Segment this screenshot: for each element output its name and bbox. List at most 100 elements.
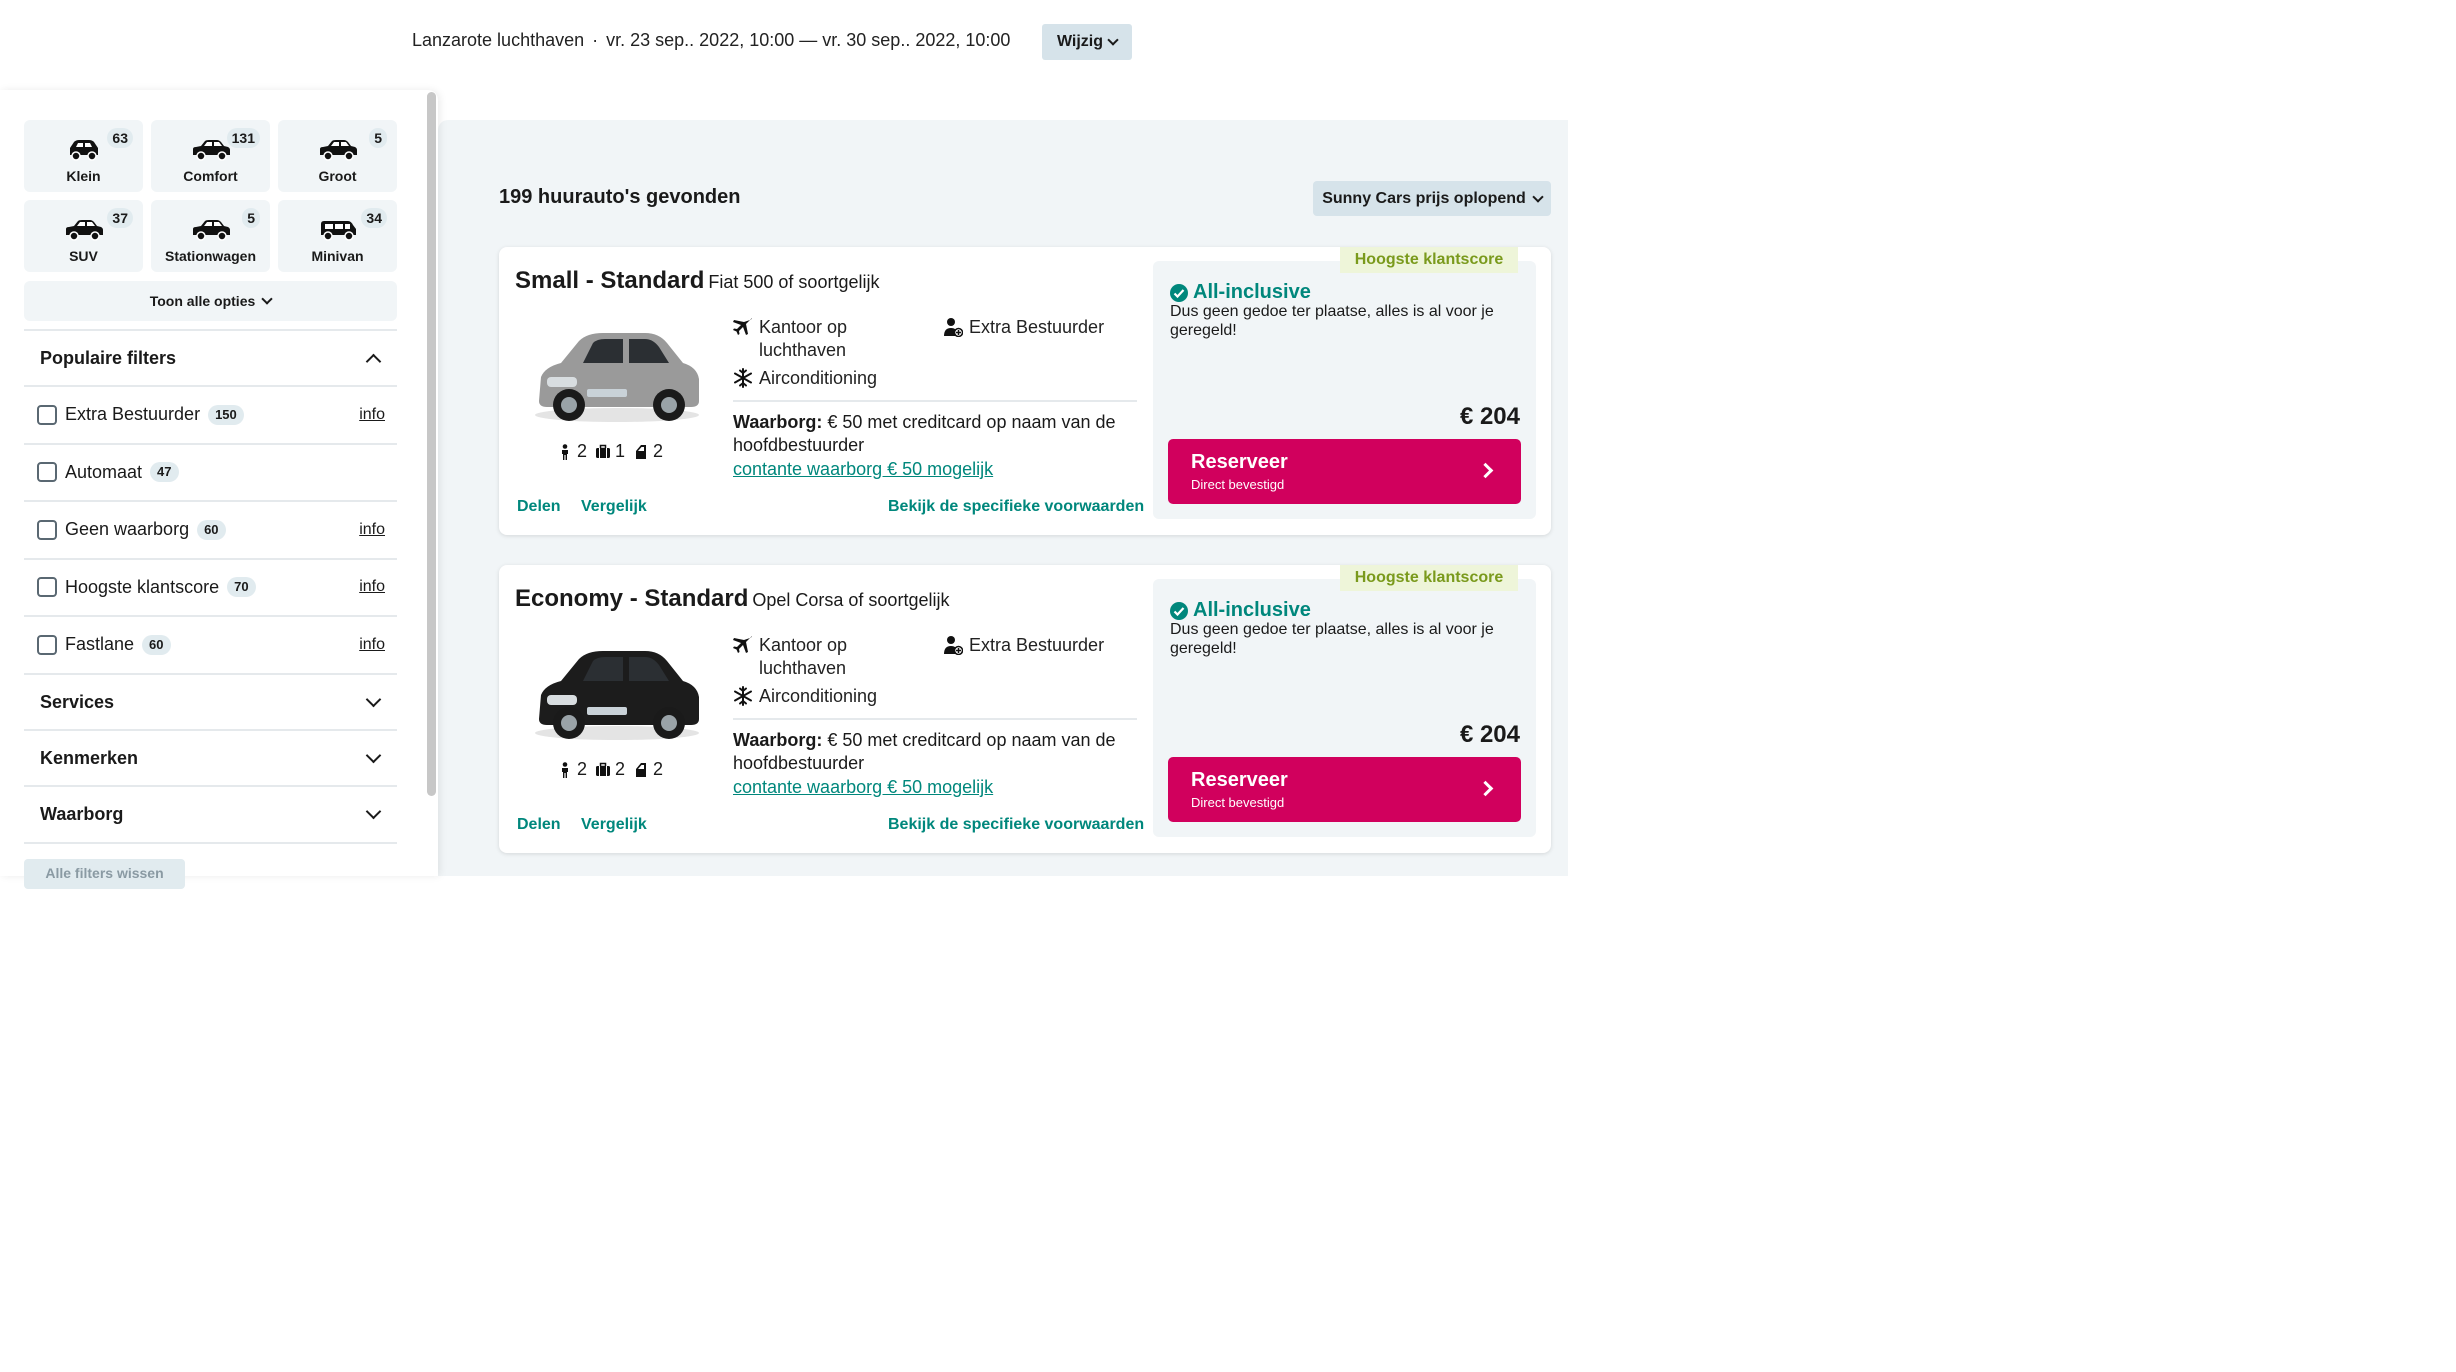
feature-ac: Airconditioning <box>733 685 877 708</box>
minivan-icon <box>320 221 356 241</box>
chevron-down-icon <box>365 747 382 764</box>
cash-deposit-link[interactable]: contante waarborg € 50 mogelijk <box>733 777 993 798</box>
filter-count: 47 <box>150 462 179 482</box>
change-search-button[interactable]: Wijzig <box>1042 24 1132 60</box>
filter-label: Hoogste klantscore <box>65 576 220 597</box>
filter-row[interactable]: Geen waarborg 60 info <box>24 500 397 557</box>
car-category: Economy - Standard <box>515 585 749 612</box>
category-tile-comfort[interactable]: Comfort 131 <box>151 120 270 192</box>
category-tile-stationwagen[interactable]: Stationwagen 5 <box>151 200 270 272</box>
all-inclusive-title: All-inclusive <box>1170 281 1311 304</box>
suitcase-icon <box>596 762 611 776</box>
feature-office-label: Kantoor op luchthaven <box>759 317 848 360</box>
filter-info-link[interactable]: info <box>359 578 385 596</box>
search-summary: Lanzarote luchthaven · vr. 23 sep.. 2022, … <box>412 30 1010 51</box>
passenger-count: 2 <box>577 759 588 779</box>
waarborg-section[interactable]: Waarborg <box>24 785 397 844</box>
category-tile-klein[interactable]: Klein 63 <box>24 120 143 192</box>
filter-info-link[interactable]: info <box>359 636 385 654</box>
sort-dropdown[interactable]: Sunny Cars prijs oplopend <box>1313 181 1551 216</box>
filter-checkbox[interactable] <box>37 462 57 482</box>
reserve-button[interactable]: Reserveer Direct bevestigd <box>1168 439 1521 504</box>
chevron-right-icon <box>1477 780 1494 797</box>
reserve-button[interactable]: Reserveer Direct bevestigd <box>1168 757 1521 822</box>
filter-checkbox[interactable] <box>37 404 57 425</box>
person-icon <box>562 443 568 460</box>
car-image <box>535 333 699 422</box>
filter-row[interactable]: Automaat 47 <box>24 442 397 500</box>
category-label: Groot <box>318 168 357 184</box>
filter-checkbox[interactable] <box>37 519 57 540</box>
suitcase-count: 1 <box>615 441 626 461</box>
category-tile-groot[interactable]: Groot 5 <box>278 120 397 192</box>
services-section[interactable]: Services <box>24 673 397 730</box>
chevron-right-icon <box>1477 462 1494 479</box>
extra-driver-icon <box>944 636 963 655</box>
category-count: 131 <box>226 128 260 148</box>
category-tile-suv[interactable]: SUV 37 <box>24 200 143 272</box>
car-title: Small - Standard Fiat 500 of soortgelijk <box>515 267 879 295</box>
car-result-card: Small - Standard Fiat 500 of soortgelijk 2… <box>499 247 1551 535</box>
compare-link[interactable]: Vergelijk <box>581 498 647 516</box>
filter-info-link[interactable]: info <box>359 406 385 424</box>
category-label: Comfort <box>183 168 238 184</box>
popular-filters-header[interactable]: Populaire filters <box>24 331 397 386</box>
car-large-icon <box>319 140 357 161</box>
car-category: Small - Standard <box>515 267 705 294</box>
all-inclusive-description: Dus geen gedoe ter plaatse, alles is al … <box>1170 303 1494 339</box>
all-inclusive-title: All-inclusive <box>1170 599 1311 622</box>
sidebar-scrollbar[interactable] <box>427 92 436 796</box>
results-count: 199 huurauto's gevonden <box>499 186 741 208</box>
pickup-location: Lanzarote luchthaven <box>412 30 585 50</box>
divider <box>733 400 1137 402</box>
price: € 204 <box>1459 721 1520 748</box>
plane-icon <box>733 318 752 335</box>
divider <box>733 718 1137 720</box>
kenmerken-section[interactable]: Kenmerken <box>24 729 397 786</box>
filter-checkbox[interactable] <box>37 577 57 597</box>
filter-info-link[interactable]: info <box>359 521 385 539</box>
filter-label: Geen waarborg <box>65 519 190 539</box>
suitcase-count: 2 <box>615 759 626 779</box>
category-count: 37 <box>107 208 133 228</box>
feature-extra-driver: Extra Bestuurder <box>943 316 1104 339</box>
snowflake-icon <box>734 686 752 706</box>
feature-ac-label: Airconditioning <box>759 368 878 388</box>
car-title: Economy - Standard Opel Corsa of soortgel… <box>515 585 949 613</box>
filter-count: 150 <box>208 404 244 425</box>
extra-driver-icon <box>944 318 963 337</box>
deposit-info: Waarborg: € 50 met creditcard op naam va… <box>733 729 1143 775</box>
car-model: Opel Corsa of soortgelijk <box>752 590 950 610</box>
waarborg-header[interactable]: Waarborg <box>24 787 397 842</box>
kenmerken-title: Kenmerken <box>40 748 139 768</box>
car-specs: 2 1 2 <box>557 441 663 462</box>
reserve-label: Reserveer <box>1191 769 1288 791</box>
popular-filters-section[interactable]: Populaire filters <box>24 329 397 386</box>
filter-row[interactable]: Extra Bestuurder 150 info <box>24 385 397 442</box>
car-comfort-icon <box>192 140 230 161</box>
kenmerken-header[interactable]: Kenmerken <box>24 731 397 786</box>
top-bar: Lanzarote luchthaven · vr. 23 sep.. 2022, … <box>0 0 1568 90</box>
category-tile-minivan[interactable]: Minivan 34 <box>278 200 397 272</box>
filter-checkbox[interactable] <box>37 634 57 655</box>
terms-link[interactable]: Bekijk de specifieke voorwaarden <box>888 816 1144 834</box>
services-header[interactable]: Services <box>24 675 397 730</box>
person-icon <box>562 761 568 778</box>
terms-link[interactable]: Bekijk de specifieke voorwaarden <box>888 498 1144 516</box>
separator: · <box>592 30 599 50</box>
share-link[interactable]: Delen <box>517 498 561 516</box>
station-wagon-icon <box>192 220 230 241</box>
cash-deposit-link[interactable]: contante waarborg € 50 mogelijk <box>733 459 993 480</box>
filter-row[interactable]: Hoogste klantscore 70 info <box>24 557 397 615</box>
top-rating-badge: Hoogste klantscore <box>1340 565 1518 591</box>
show-all-options-button[interactable]: Toon alle opties <box>24 281 397 321</box>
snowflake-icon <box>734 368 752 388</box>
deposit-label: Waarborg: <box>733 730 823 750</box>
reserve-sublabel: Direct bevestigd <box>1191 795 1285 810</box>
filter-row[interactable]: Fastlane 60 info <box>24 615 397 672</box>
compare-link[interactable]: Vergelijk <box>581 816 647 834</box>
clear-filters-button[interactable]: Alle filters wissen <box>24 859 185 889</box>
category-count: 5 <box>369 128 387 148</box>
share-link[interactable]: Delen <box>517 816 561 834</box>
filter-count: 60 <box>142 634 171 655</box>
